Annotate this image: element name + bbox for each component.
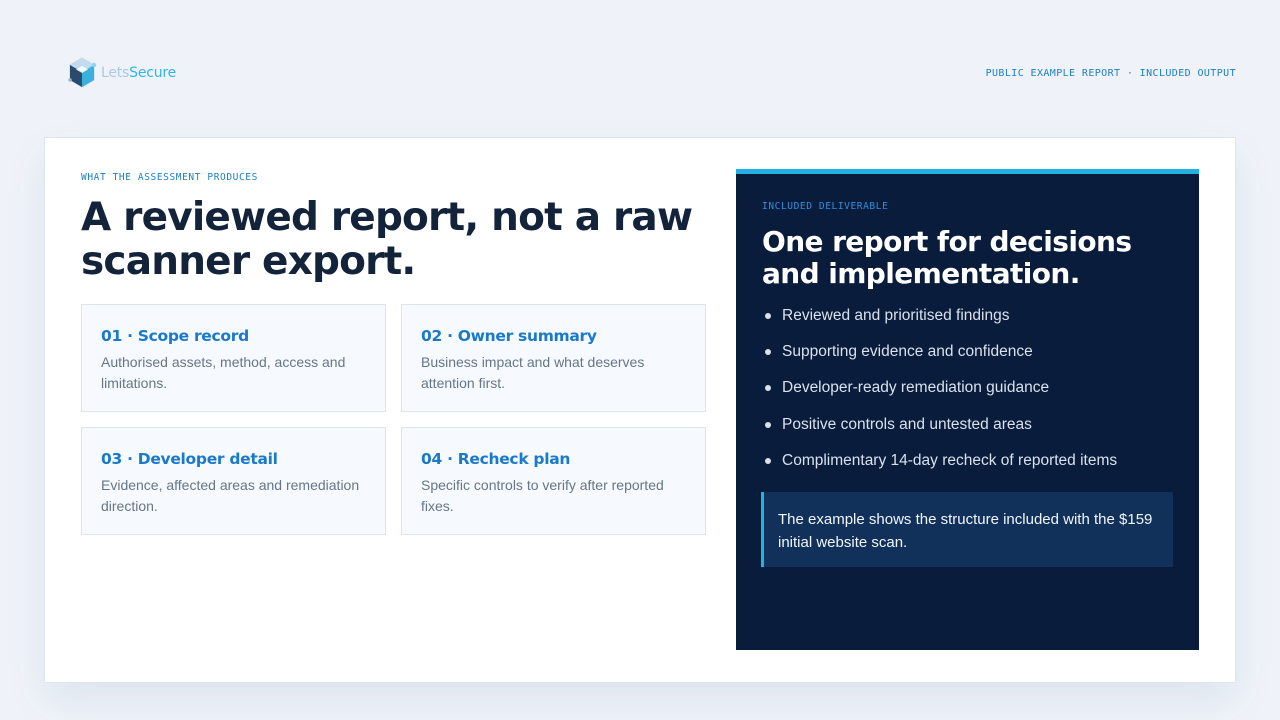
list-item: Supporting evidence and confidence [762, 342, 1117, 378]
panel-eyebrow: INCLUDED DELIVERABLE [762, 201, 889, 212]
report-tag: PUBLIC EXAMPLE REPORT · INCLUDED OUTPUT [985, 68, 1236, 79]
brand-name-part1: Lets [101, 65, 130, 81]
brand-name-part2: Secure [129, 65, 177, 81]
list-item: Positive controls and untested areas [762, 415, 1117, 451]
deliverable-list: Reviewed and prioritised findings Suppor… [762, 306, 1117, 487]
brand-logo[interactable]: LetsSecure [64, 54, 176, 92]
list-item: Complimentary 14-day recheck of reported… [762, 451, 1117, 487]
bullet-icon [765, 313, 771, 319]
tile-body: Evidence, affected areas and remediation… [101, 477, 360, 514]
tile-recheck-plan: 04 · Recheck plan Specific controls to v… [401, 427, 706, 535]
tile-title: 01 · Scope record [101, 327, 249, 345]
tile-developer-detail: 03 · Developer detail Evidence, affected… [81, 427, 386, 535]
list-item-text: Supporting evidence and confidence [782, 343, 1033, 361]
page-headline: A reviewed report, not a raw scanner exp… [81, 195, 693, 284]
tile-scope-record: 01 · Scope record Authorised assets, met… [81, 304, 386, 412]
brand-name: LetsSecure [101, 65, 176, 81]
tile-title: 03 · Developer detail [101, 450, 278, 468]
bullet-icon [765, 385, 771, 392]
bullet-icon [765, 349, 771, 356]
list-item: Developer-ready remediation guidance [762, 378, 1117, 414]
list-item-text: Positive controls and untested areas [782, 415, 1032, 433]
tile-title: 04 · Recheck plan [421, 450, 571, 468]
tile-body: Business impact and what deserves attent… [421, 354, 645, 391]
report-card: WHAT THE ASSESSMENT PRODUCES A reviewed … [44, 137, 1236, 683]
tile-body: Authorised assets, method, access and li… [101, 354, 346, 391]
list-item-text: Reviewed and prioritised findings [782, 307, 1010, 324]
tile-owner-summary: 02 · Owner summary Business impact and w… [401, 304, 706, 412]
list-item: Reviewed and prioritised findings [762, 306, 1117, 342]
list-item-text: Complimentary 14-day recheck of reported… [782, 451, 1118, 469]
deliverable-panel: INCLUDED DELIVERABLE One report for deci… [736, 169, 1199, 650]
pricing-note: The example shows the structure included… [761, 492, 1173, 567]
bullet-icon [765, 421, 771, 428]
list-item-text: Developer-ready remediation guidance [782, 379, 1050, 397]
top-bar: LetsSecure PUBLIC EXAMPLE REPORT · INCLU… [0, 0, 1280, 138]
tile-body: Specific controls to verify after report… [421, 477, 664, 514]
tile-title: 02 · Owner summary [421, 327, 597, 345]
bullet-icon [765, 457, 771, 464]
section-eyebrow: WHAT THE ASSESSMENT PRODUCES [81, 172, 258, 183]
hexagon-cube-logo-icon [68, 57, 97, 88]
panel-title: One report for decisions and implementat… [762, 225, 1132, 290]
